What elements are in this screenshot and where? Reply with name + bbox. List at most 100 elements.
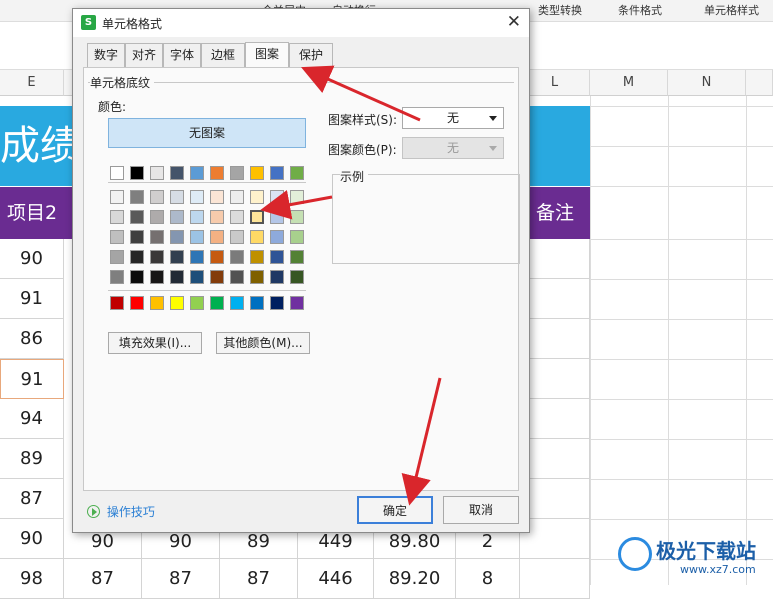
color-swatch-tint1-9[interactable] [290, 210, 304, 224]
cancel-button[interactable]: 取消 [443, 496, 519, 524]
color-swatch-tint3-7[interactable] [250, 250, 264, 264]
color-swatch-tint3-1[interactable] [130, 250, 144, 264]
color-swatch-theme-4[interactable] [190, 166, 204, 180]
color-swatch-tint1-5[interactable] [210, 210, 224, 224]
color-swatch-tint2-9[interactable] [290, 230, 304, 244]
color-swatch-tint2-4[interactable] [190, 230, 204, 244]
color-swatch-theme-6[interactable] [230, 166, 244, 180]
color-swatch-tint3-4[interactable] [190, 250, 204, 264]
color-swatch-tint1-7[interactable] [250, 210, 264, 224]
cell-e-5[interactable]: 94 [0, 399, 64, 439]
color-swatch-tint3-3[interactable] [170, 250, 184, 264]
color-swatch-tint4-6[interactable] [230, 270, 244, 284]
tab-protection[interactable]: 保护 [289, 43, 333, 67]
cell-g-9[interactable]: 87 [142, 559, 220, 599]
color-swatch-tint0-7[interactable] [250, 190, 264, 204]
cell-l-8[interactable] [520, 519, 590, 559]
color-swatch-standard-9[interactable] [290, 296, 304, 310]
color-swatch-theme-1[interactable] [130, 166, 144, 180]
color-swatch-tint4-8[interactable] [270, 270, 284, 284]
color-swatch-standard-8[interactable] [270, 296, 284, 310]
tab-alignment[interactable]: 对齐 [125, 43, 163, 67]
cell-l-3[interactable] [520, 319, 590, 359]
color-swatch-tint1-2[interactable] [150, 210, 164, 224]
color-swatch-standard-0[interactable] [110, 296, 124, 310]
color-swatch-tint4-7[interactable] [250, 270, 264, 284]
col-header-n[interactable]: N [668, 70, 746, 96]
color-swatch-tint2-7[interactable] [250, 230, 264, 244]
color-swatch-tint0-1[interactable] [130, 190, 144, 204]
ok-button[interactable]: 确定 [357, 496, 433, 524]
header-notes[interactable]: 备注 [520, 187, 590, 239]
color-swatch-tint2-8[interactable] [270, 230, 284, 244]
fill-effects-button[interactable]: 填充效果(I)... [108, 332, 202, 354]
cell-l-6[interactable] [520, 439, 590, 479]
cell-e-7[interactable]: 87 [0, 479, 64, 519]
color-swatch-tint0-8[interactable] [270, 190, 284, 204]
color-swatch-theme-8[interactable] [270, 166, 284, 180]
color-swatch-standard-6[interactable] [230, 296, 244, 310]
color-swatch-tint4-9[interactable] [290, 270, 304, 284]
color-swatch-tint0-9[interactable] [290, 190, 304, 204]
col-header-m[interactable]: M [590, 70, 668, 96]
cell-i-8[interactable]: 449 [298, 533, 374, 559]
color-swatch-tint2-5[interactable] [210, 230, 224, 244]
color-swatch-theme-9[interactable] [290, 166, 304, 180]
color-swatch-tint0-5[interactable] [210, 190, 224, 204]
cell-e-8[interactable]: 90 [0, 519, 64, 559]
color-swatch-tint4-3[interactable] [170, 270, 184, 284]
cell-e-3[interactable]: 86 [0, 319, 64, 359]
color-swatch-tint2-3[interactable] [170, 230, 184, 244]
cell-l-9[interactable] [520, 559, 590, 599]
more-colors-button[interactable]: 其他颜色(M)... [216, 332, 310, 354]
color-swatch-tint0-3[interactable] [170, 190, 184, 204]
color-swatch-tint2-1[interactable] [130, 230, 144, 244]
color-swatch-theme-0[interactable] [110, 166, 124, 180]
color-swatch-tint3-9[interactable] [290, 250, 304, 264]
color-swatch-tint4-4[interactable] [190, 270, 204, 284]
color-swatch-tint0-2[interactable] [150, 190, 164, 204]
cell-k-9[interactable]: 8 [456, 559, 520, 599]
cell-e-6[interactable]: 89 [0, 439, 64, 479]
color-swatch-tint0-0[interactable] [110, 190, 124, 204]
color-swatch-tint1-6[interactable] [230, 210, 244, 224]
cell-l-2[interactable] [520, 279, 590, 319]
cell-e-1[interactable]: 90 [0, 239, 64, 279]
color-swatch-tint3-6[interactable] [230, 250, 244, 264]
color-swatch-theme-5[interactable] [210, 166, 224, 180]
color-swatch-standard-7[interactable] [250, 296, 264, 310]
color-swatch-tint3-8[interactable] [270, 250, 284, 264]
color-swatch-standard-4[interactable] [190, 296, 204, 310]
cell-j-8[interactable]: 89.80 [374, 533, 456, 559]
cell-l-4[interactable] [520, 359, 590, 399]
color-swatch-tint4-5[interactable] [210, 270, 224, 284]
color-swatch-theme-2[interactable] [150, 166, 164, 180]
cell-f-8[interactable]: 90 [64, 533, 142, 559]
pattern-style-select[interactable]: 无 [402, 107, 504, 129]
tab-border[interactable]: 边框 [201, 43, 245, 67]
tab-font[interactable]: 字体 [163, 43, 201, 67]
cell-i-9[interactable]: 446 [298, 559, 374, 599]
color-swatch-tint2-6[interactable] [230, 230, 244, 244]
close-icon[interactable]: ✕ [507, 12, 521, 32]
cell-g-8[interactable]: 90 [142, 533, 220, 559]
color-swatch-standard-3[interactable] [170, 296, 184, 310]
color-swatch-tint3-0[interactable] [110, 250, 124, 264]
tab-number[interactable]: 数字 [87, 43, 125, 67]
cell-h-9[interactable]: 87 [220, 559, 298, 599]
color-swatch-tint4-1[interactable] [130, 270, 144, 284]
col-header-e[interactable]: E [0, 70, 64, 96]
cell-j-9[interactable]: 89.20 [374, 559, 456, 599]
cell-e-4[interactable]: 91 [0, 359, 64, 399]
color-swatch-standard-1[interactable] [130, 296, 144, 310]
color-swatch-tint4-0[interactable] [110, 270, 124, 284]
color-swatch-tint2-2[interactable] [150, 230, 164, 244]
color-swatch-tint2-0[interactable] [110, 230, 124, 244]
color-swatch-standard-5[interactable] [210, 296, 224, 310]
color-swatch-tint3-2[interactable] [150, 250, 164, 264]
color-swatch-tint3-5[interactable] [210, 250, 224, 264]
cell-l-7[interactable] [520, 479, 590, 519]
color-swatch-theme-3[interactable] [170, 166, 184, 180]
no-pattern-button[interactable]: 无图案 [108, 118, 306, 148]
col-header-o[interactable] [746, 70, 773, 96]
